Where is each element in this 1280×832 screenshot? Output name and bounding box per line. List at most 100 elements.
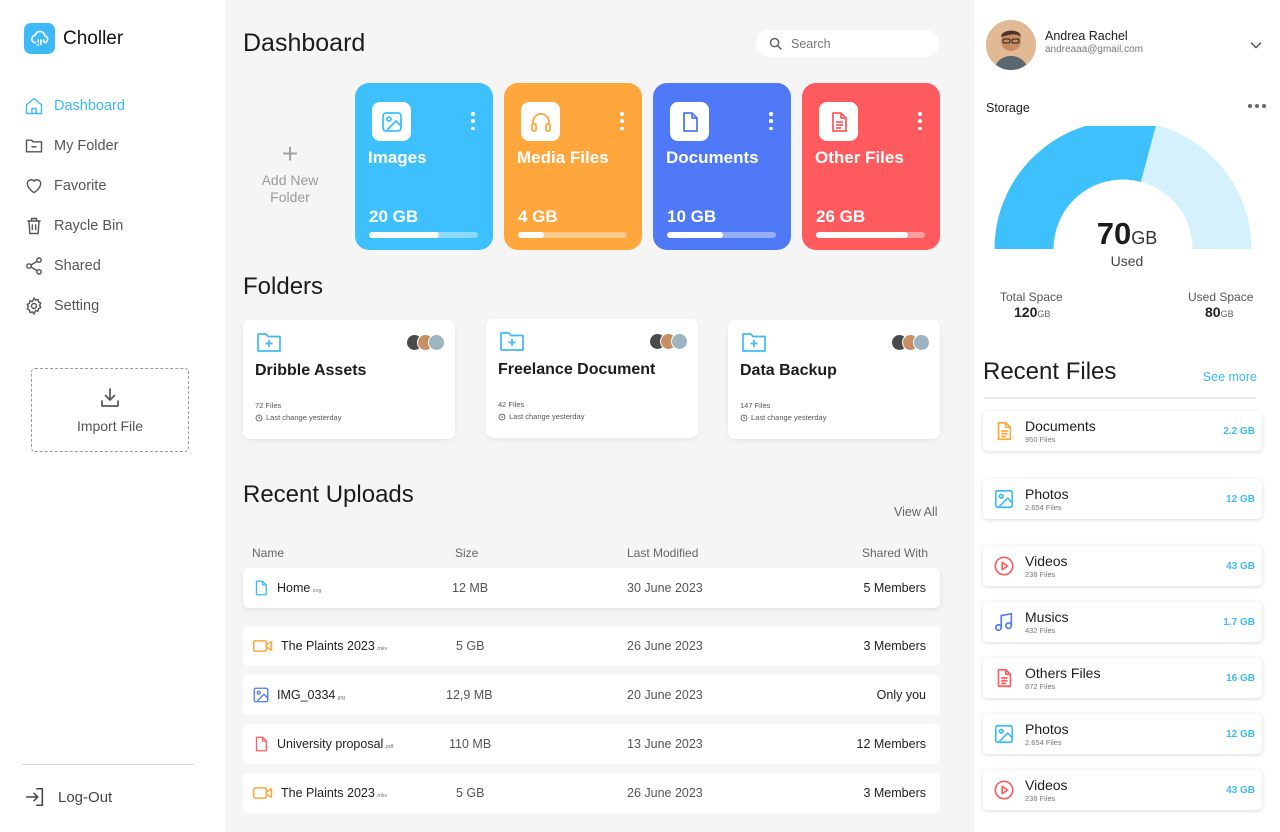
more-options-icon[interactable]: [614, 109, 630, 133]
file-date: 26 June 2023: [627, 786, 703, 800]
recent-file-item[interactable]: Videos 238 Files 43 GB: [983, 546, 1262, 586]
table-row[interactable]: The Plaints 2023.mkv 5 GB 26 June 2023 3…: [243, 773, 940, 813]
column-header-last-modified[interactable]: Last Modified: [627, 546, 698, 560]
recent-file-count: 872 Files: [1025, 682, 1056, 691]
recent-file-item[interactable]: Others Files 872 Files 16 GB: [983, 658, 1262, 698]
more-options-icon[interactable]: [763, 109, 779, 133]
sidebar-item-label: My Folder: [54, 138, 119, 154]
recent-file-item[interactable]: Musics 432 Files 1.7 GB: [983, 602, 1262, 642]
used-space-number: 80: [1205, 304, 1221, 320]
sidebar-item-label: Favorite: [54, 178, 107, 194]
logout-button[interactable]: Log-Out: [24, 786, 112, 808]
image-icon: [994, 489, 1014, 509]
brand-name: Choller: [63, 27, 124, 49]
file-icon: [255, 580, 267, 596]
video-icon: [252, 787, 273, 799]
cloud-rain-icon: [24, 23, 55, 54]
sidebar-item-my-folder[interactable]: My Folder: [24, 126, 214, 166]
recent-file-size: 2.2 GB: [1223, 426, 1255, 437]
file-date: 20 June 2023: [627, 688, 703, 702]
video-icon: [252, 640, 273, 652]
recent-file-item[interactable]: Videos 238 Files 43 GB: [983, 770, 1262, 810]
column-header-size[interactable]: Size: [455, 546, 478, 560]
folder-last-change: Last change yesterday: [498, 412, 584, 421]
category-name: Media Files: [517, 148, 609, 167]
recent-file-item[interactable]: Documents 950 Files 2.2 GB: [983, 411, 1262, 451]
avatar: [913, 334, 930, 351]
file-date: 26 June 2023: [627, 639, 703, 653]
table-row[interactable]: Home.svg 12 MB 30 June 2023 5 Members: [243, 568, 940, 608]
file-size: 12,9 MB: [446, 688, 493, 702]
file-name-cell: Home.svg: [252, 579, 321, 597]
file-name: IMG_0334: [277, 688, 336, 702]
column-header-name[interactable]: Name: [252, 546, 284, 560]
recent-file-count: 2.654 Files: [1025, 738, 1062, 747]
recent-file-item[interactable]: Photos 2.654 Files 12 GB: [983, 714, 1262, 754]
category-name: Images: [368, 148, 427, 167]
recent-file-name: Documents: [1025, 418, 1096, 434]
import-file-button[interactable]: Import File: [31, 368, 189, 452]
sidebar-item-label: Setting: [54, 298, 100, 314]
table-row[interactable]: IMG_0334.jpg 12,9 MB 20 June 2023 Only y…: [243, 675, 940, 715]
recent-files-divider: [984, 397, 1256, 399]
used-space-value: 80GB: [1205, 304, 1234, 320]
brand-logo[interactable]: Choller: [24, 23, 123, 54]
category-card-other-files[interactable]: Other Files 26 GB: [802, 83, 940, 250]
recent-file-count: 432 Files: [1025, 626, 1056, 635]
folder-name: Freelance Document: [498, 361, 656, 378]
recent-file-size: 1.7 GB: [1223, 617, 1255, 628]
recent-file-size: 16 GB: [1226, 673, 1255, 684]
play-icon: [994, 556, 1014, 576]
folder-card-data-backup[interactable]: Data Backup 147 Files Last change yester…: [728, 320, 940, 439]
more-options-icon[interactable]: [465, 109, 481, 133]
sidebar-item-setting[interactable]: Setting: [24, 286, 214, 326]
more-options-icon[interactable]: [912, 109, 928, 133]
add-new-folder-button[interactable]: + Add New Folder: [243, 140, 337, 206]
file-name: University proposal: [277, 737, 384, 751]
recent-file-name: Others Files: [1025, 665, 1101, 681]
recent-file-size: 12 GB: [1226, 729, 1255, 740]
more-options-icon[interactable]: [1248, 104, 1266, 108]
sidebar-item-label: Dashboard: [54, 98, 125, 114]
see-more-link[interactable]: See more: [1203, 370, 1257, 384]
search-icon: [769, 37, 782, 50]
add-new-label-line1: Add New: [261, 172, 319, 188]
import-file-label: Import File: [76, 418, 144, 434]
column-header-shared-with[interactable]: Shared With: [862, 546, 928, 560]
table-row[interactable]: The Plaints 2023.mkv 5 GB 26 June 2023 3…: [243, 626, 940, 666]
folder-plus-icon: [256, 330, 282, 359]
category-usage-bar: [369, 232, 478, 238]
user-profile[interactable]: Andrea Rachel andreaaa@gmail.com: [986, 20, 1272, 70]
recent-file-item[interactable]: Photos 2.654 Files 12 GB: [983, 479, 1262, 519]
file-icon: [255, 736, 267, 752]
category-size: 10 GB: [667, 207, 717, 226]
file-text-icon: [997, 668, 1012, 688]
recent-file-count: 238 Files: [1025, 794, 1056, 803]
right-panel: Andrea Rachel andreaaa@gmail.com Storage…: [974, 0, 1280, 832]
sidebar-item-favorite[interactable]: Favorite: [24, 166, 214, 206]
recent-file-count: 2.654 Files: [1025, 503, 1062, 512]
total-space-number: 120: [1014, 304, 1038, 320]
folder-card-freelance-document[interactable]: Freelance Document 42 Files Last change …: [486, 319, 698, 438]
search-bar[interactable]: [756, 30, 939, 57]
sidebar-item-shared[interactable]: Shared: [24, 246, 214, 286]
shared-avatars: [891, 334, 930, 351]
category-card-images[interactable]: Images 20 GB: [355, 83, 493, 250]
shared-avatars: [406, 334, 445, 351]
chevron-down-icon[interactable]: [1248, 37, 1264, 53]
document-icon: [997, 421, 1012, 441]
table-row[interactable]: University proposal.pdf 110 MB 13 June 2…: [243, 724, 940, 764]
category-card-documents[interactable]: Documents 10 GB: [653, 83, 791, 250]
category-card-media-files[interactable]: Media Files 4 GB: [504, 83, 642, 250]
folder-card-dribble-assets[interactable]: Dribble Assets 72 Files Last change yest…: [243, 320, 455, 439]
recent-file-count: 238 Files: [1025, 570, 1056, 579]
download-icon: [101, 388, 119, 407]
sidebar-item-recycle-bin[interactable]: Raycle Bin: [24, 206, 214, 246]
view-all-link[interactable]: View All: [894, 505, 938, 519]
sidebar-item-dashboard[interactable]: Dashboard: [24, 86, 214, 126]
file-extension: .mkv: [375, 793, 388, 799]
folder-last-change: Last change yesterday: [255, 413, 341, 422]
search-input[interactable]: [791, 36, 921, 51]
folder-last-change: Last change yesterday: [740, 413, 826, 422]
add-new-label-line2: Folder: [270, 189, 310, 205]
